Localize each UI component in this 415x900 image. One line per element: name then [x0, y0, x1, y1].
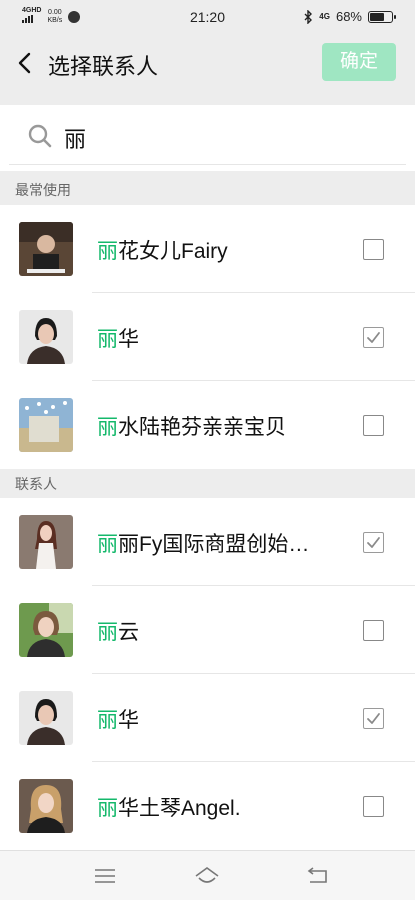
name-rest: 云: [118, 621, 139, 644]
contact-name: 丽华: [97, 323, 139, 353]
name-highlight: 丽: [97, 709, 118, 732]
name-highlight: 丽: [97, 797, 118, 820]
contact-row[interactable]: 丽花女儿Fairy: [0, 205, 415, 293]
name-rest: 华: [118, 709, 139, 732]
contact-row[interactable]: 丽丽Fy国际商盟创始…: [0, 498, 415, 586]
name-highlight: 丽: [97, 416, 118, 439]
name-rest: 华: [118, 328, 139, 351]
select-checkbox[interactable]: [363, 796, 384, 817]
name-rest: 华土琴Angel.: [118, 797, 241, 820]
select-checkbox[interactable]: [363, 415, 384, 436]
avatar: [19, 222, 73, 276]
page-title: 选择联系人: [48, 54, 159, 79]
battery-icon: [368, 10, 396, 23]
status-right: 4G 68%: [304, 9, 396, 24]
back-nav-icon[interactable]: [304, 865, 330, 887]
contact-name: 丽云: [97, 616, 139, 646]
contact-row[interactable]: 丽云: [0, 586, 415, 674]
contact-list-frequent: 丽花女儿Fairy 丽华 丽水陆艳芬亲亲宝贝: [0, 205, 415, 469]
network-type-right: 4G: [319, 11, 330, 21]
contact-name: 丽丽Fy国际商盟创始…: [97, 528, 309, 558]
name-highlight: 丽: [97, 240, 118, 263]
bluetooth-icon: [304, 9, 313, 24]
search-bar: [0, 105, 415, 171]
name-rest: 花女儿Fairy: [118, 240, 228, 263]
contact-row[interactable]: 丽华: [0, 674, 415, 762]
nav-bar: 选择联系人 确定: [0, 34, 415, 94]
avatar: [19, 310, 73, 364]
menu-icon[interactable]: [92, 865, 118, 887]
contact-name: 丽水陆艳芬亲亲宝贝: [97, 411, 286, 441]
battery-percent: 68%: [335, 9, 362, 24]
select-checkbox[interactable]: [363, 239, 384, 260]
avatar: [19, 603, 73, 657]
name-rest: 丽Fy国际商盟创始…: [118, 533, 310, 556]
battery-fill: [370, 12, 384, 21]
contact-name: 丽华土琴Angel.: [97, 792, 241, 822]
avatar: [19, 398, 73, 452]
status-bar: 4GHD 0.00 KB/s 21:20 4G 68%: [0, 0, 415, 34]
system-nav-bar: [0, 850, 415, 900]
check-icon: [367, 713, 380, 724]
name-highlight: 丽: [97, 533, 118, 556]
avatar: [19, 515, 73, 569]
contact-name: 丽华: [97, 704, 139, 734]
check-icon: [367, 537, 380, 548]
search-input[interactable]: [64, 121, 384, 155]
select-checkbox[interactable]: [363, 620, 384, 641]
contact-row[interactable]: 丽华土琴Angel.: [0, 762, 415, 850]
contact-row[interactable]: 丽水陆艳芬亲亲宝贝: [0, 381, 415, 469]
check-icon: [367, 332, 380, 343]
name-highlight: 丽: [97, 621, 118, 644]
confirm-button[interactable]: 确定: [322, 43, 396, 81]
avatar: [19, 691, 73, 745]
select-checkbox[interactable]: [363, 532, 384, 553]
search-icon: [28, 124, 52, 148]
section-header-contacts: 联系人: [0, 469, 415, 499]
select-checkbox[interactable]: [363, 327, 384, 348]
name-rest: 水陆艳芬亲亲宝贝: [118, 416, 286, 439]
home-icon[interactable]: [194, 865, 220, 887]
avatar: [19, 779, 73, 833]
select-checkbox[interactable]: [363, 708, 384, 729]
contact-row[interactable]: 丽华: [0, 293, 415, 381]
name-highlight: 丽: [97, 328, 118, 351]
section-header-frequent: 最常使用: [0, 175, 415, 205]
contact-name: 丽花女儿Fairy: [97, 235, 228, 265]
search-underline: [9, 164, 406, 165]
back-icon[interactable]: [14, 49, 38, 77]
contact-list-all: 丽丽Fy国际商盟创始… 丽云 丽华 丽华土琴Angel.: [0, 498, 415, 850]
